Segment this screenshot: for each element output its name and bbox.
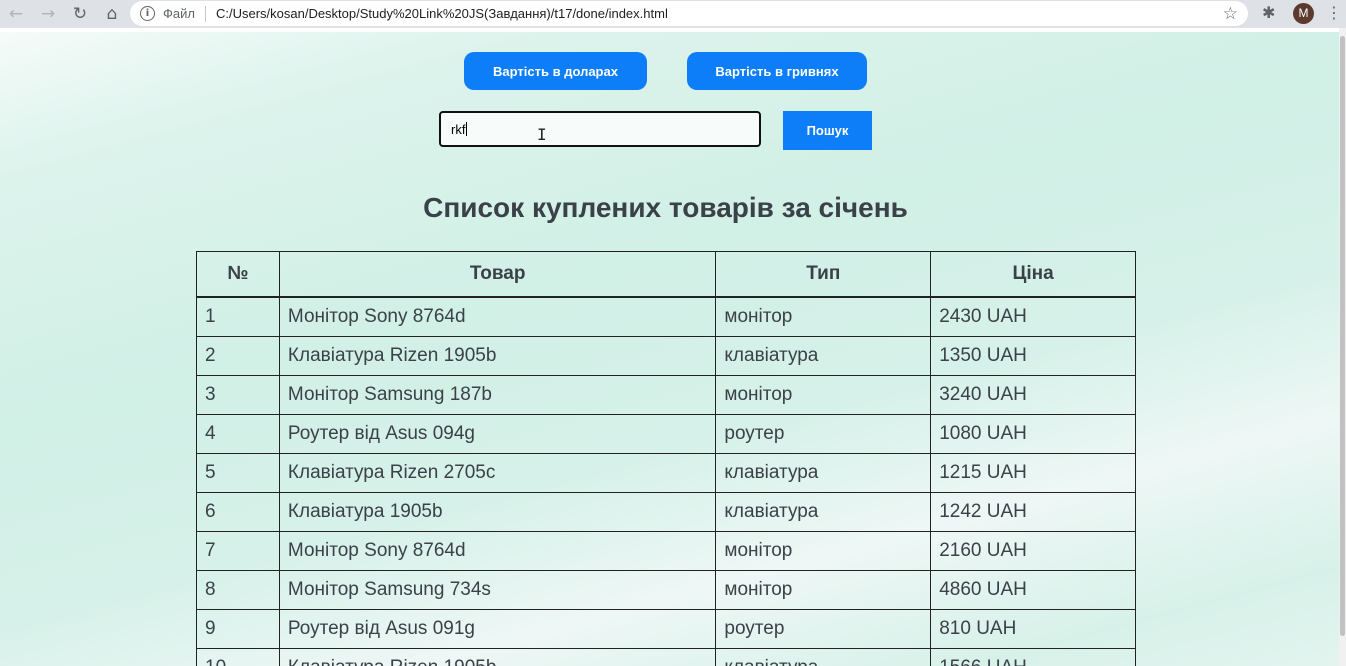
cell-number: 1	[196, 296, 280, 337]
cell-type: монітор	[715, 296, 932, 337]
table-row: 3 Монітор Samsung 187b монітор 3240 UAH	[196, 375, 1136, 415]
page-content: Вартість в доларах Вартість в гривнях rk…	[0, 32, 1339, 666]
table-header-row: № Товар Тип Ціна	[196, 251, 1136, 298]
search-button[interactable]: Пошук	[783, 111, 872, 150]
address-bar[interactable]: i Файл C:/Users/kosan/Desktop/Study%20Li…	[130, 1, 1248, 26]
uah-price-button[interactable]: Вартість в гривнях	[687, 52, 867, 90]
cell-price: 1215 UAH	[930, 453, 1136, 493]
cell-number: 4	[196, 414, 280, 454]
cell-price: 810 UAH	[930, 609, 1136, 649]
table-row: 2 Клавіатура Rizen 1905b клавіатура 1350…	[196, 336, 1136, 376]
cell-type: клавіатура	[715, 492, 932, 532]
cell-number: 3	[196, 375, 280, 415]
text-cursor-icon: I	[537, 125, 547, 144]
cell-number: 2	[196, 336, 280, 376]
cell-number: 5	[196, 453, 280, 493]
cell-product: Клавіатура Rizen 1905b	[278, 336, 717, 376]
divider	[204, 5, 206, 22]
extensions-icon[interactable]: ✱	[1262, 3, 1275, 22]
table-row: 10 Клавіатура Rizen 1905b клавіатура 156…	[196, 648, 1136, 666]
table-row: 4 Роутер від Asus 094g роутер 1080 UAH	[196, 414, 1136, 454]
cell-product: Монітор Samsung 187b	[278, 375, 717, 415]
table-row: 8 Монітор Samsung 734s монітор 4860 UAH	[196, 570, 1136, 610]
forward-icon[interactable]: →	[32, 0, 64, 28]
cell-type: монітор	[715, 375, 932, 415]
scrollbar[interactable]	[1339, 28, 1346, 666]
cell-product: Монітор Sony 8764d	[278, 531, 717, 571]
cell-price: 1242 UAH	[930, 492, 1136, 532]
cell-price: 2160 UAH	[930, 531, 1136, 571]
site-label: Файл	[163, 6, 195, 21]
column-header-number: №	[196, 251, 280, 298]
cell-type: роутер	[715, 414, 932, 454]
bookmark-star-icon[interactable]: ☆	[1223, 4, 1238, 24]
avatar[interactable]: M	[1293, 3, 1314, 24]
text-caret	[466, 122, 468, 136]
home-icon[interactable]: ⌂	[96, 0, 128, 28]
cell-product: Клавіатура 1905b	[278, 492, 717, 532]
back-icon[interactable]: ←	[0, 0, 32, 28]
cell-type: роутер	[715, 609, 932, 649]
browser-toolbar: ← → ↻ ⌂ i Файл C:/Users/kosan/Desktop/St…	[0, 0, 1346, 28]
url-text[interactable]: C:/Users/kosan/Desktop/Study%20Link%20JS…	[216, 6, 668, 21]
menu-icon[interactable]: ⋮	[1326, 3, 1342, 22]
cell-product: Роутер від Asus 091g	[278, 609, 717, 649]
table-row: 9 Роутер від Asus 091g роутер 810 UAH	[196, 609, 1136, 649]
table-row: 6 Клавіатура 1905b клавіатура 1242 UAH	[196, 492, 1136, 532]
scrollbar-thumb[interactable]	[1340, 36, 1345, 636]
table-row: 5 Клавіатура Rizen 2705c клавіатура 1215…	[196, 453, 1136, 493]
cell-number: 10	[196, 648, 280, 666]
reload-icon[interactable]: ↻	[64, 0, 96, 28]
cell-type: монітор	[715, 570, 932, 610]
cell-number: 7	[196, 531, 280, 571]
cell-type: клавіатура	[715, 648, 932, 666]
cell-product: Монітор Samsung 734s	[278, 570, 717, 610]
cell-number: 6	[196, 492, 280, 532]
column-header-price: Ціна	[930, 251, 1136, 298]
cell-price: 3240 UAH	[930, 375, 1136, 415]
cell-type: клавіатура	[715, 336, 932, 376]
cell-price: 1566 UAH	[930, 648, 1136, 666]
cell-price: 4860 UAH	[930, 570, 1136, 610]
cell-number: 9	[196, 609, 280, 649]
cell-product: Монітор Sony 8764d	[278, 296, 717, 337]
info-icon[interactable]: i	[140, 6, 155, 21]
page-title: Список куплених товарів за січень	[423, 192, 908, 223]
purchases-table: № Товар Тип Ціна 1 Монітор Sony 8764d мо…	[196, 251, 1136, 666]
table-row: 7 Монітор Sony 8764d монітор 2160 UAH	[196, 531, 1136, 571]
column-header-product: Товар	[278, 251, 717, 298]
cell-product: Клавіатура Rizen 2705c	[278, 453, 717, 493]
column-header-type: Тип	[715, 251, 932, 298]
cell-type: клавіатура	[715, 453, 932, 493]
usd-price-button[interactable]: Вартість в доларах	[464, 52, 647, 90]
cell-product: Роутер від Asus 094g	[278, 414, 717, 454]
cell-price: 1350 UAH	[930, 336, 1136, 376]
cell-number: 8	[196, 570, 280, 610]
cell-product: Клавіатура Rizen 1905b	[278, 648, 717, 666]
cell-type: монітор	[715, 531, 932, 571]
search-input-value: rkf	[451, 121, 466, 137]
search-input[interactable]: rkf	[439, 111, 761, 147]
cell-price: 1080 UAH	[930, 414, 1136, 454]
table-row: 1 Монітор Sony 8764d монітор 2430 UAH	[196, 296, 1136, 337]
cell-price: 2430 UAH	[930, 296, 1136, 337]
